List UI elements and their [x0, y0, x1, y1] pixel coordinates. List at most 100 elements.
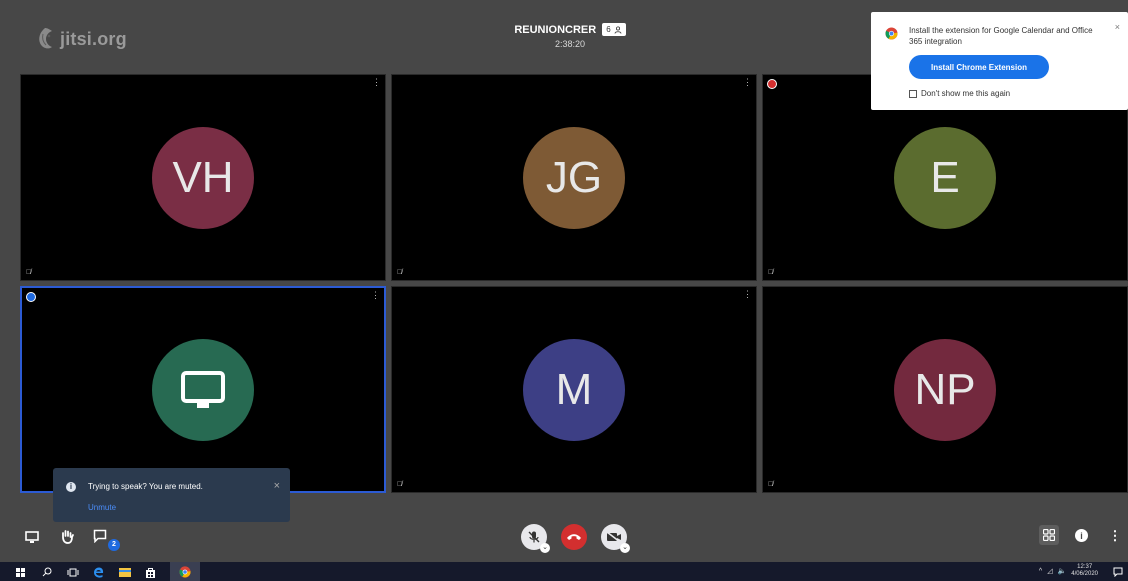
screen-share-icon — [25, 530, 39, 543]
screen-share-button[interactable] — [24, 529, 40, 545]
folder-icon — [119, 568, 131, 577]
camera-off-icon — [606, 531, 621, 543]
avatar: JG — [523, 126, 625, 229]
tile-status: 🎙̸ — [768, 481, 773, 488]
more-actions-button[interactable]: ⋮ — [1108, 528, 1122, 544]
avatar: VH — [152, 126, 254, 229]
dont-show-again-option[interactable]: Don't show me this again — [909, 89, 1010, 98]
mic-muted-icon: 🎙̸ — [397, 269, 403, 276]
popup-close-button[interactable]: × — [1115, 22, 1120, 32]
logo-text: jitsi.org — [60, 28, 127, 49]
tile-menu-icon[interactable]: ⋮ — [743, 78, 752, 87]
hangup-icon — [567, 534, 581, 540]
volume-icon[interactable]: 🔈 — [1058, 567, 1067, 575]
taskbar-store-button[interactable] — [145, 566, 156, 578]
mic-muted-icon: 🎙̸ — [768, 269, 774, 276]
chat-icon — [93, 529, 107, 543]
raise-hand-icon — [62, 529, 74, 544]
search-icon — [42, 567, 52, 577]
chrome-logo-icon — [885, 27, 898, 40]
mic-muted-icon: 🎙̸ — [26, 269, 32, 276]
tile-status: 🎙̸ — [397, 481, 402, 488]
video-tile-4-screen-share[interactable]: ⋮ — [20, 286, 386, 493]
microphone-toggle-button[interactable]: ⌄ — [521, 524, 550, 553]
windows-taskbar: ^ ◿ 🔈 12:37 4/06/2020 — [0, 562, 1128, 581]
tile-menu-icon[interactable]: ⋮ — [743, 290, 752, 299]
notification-close-button[interactable]: × — [274, 480, 280, 492]
notification-icon — [1113, 567, 1123, 577]
connection-warning-icon[interactable] — [767, 79, 777, 89]
participants-icon — [614, 25, 622, 34]
raise-hand-button[interactable] — [59, 528, 75, 544]
avatar-initials: E — [930, 152, 960, 202]
hangup-button[interactable] — [561, 524, 587, 550]
tile-menu-icon[interactable]: ⋮ — [371, 291, 380, 300]
system-tray: ^ ◿ 🔈 12:37 4/06/2020 — [1039, 564, 1098, 578]
avatar-initials: JG — [545, 152, 603, 202]
avatar — [152, 338, 254, 441]
jitsi-logo[interactable]: jitsi.org — [34, 26, 127, 52]
chrome-extension-popup: Install the extension for Google Calenda… — [871, 12, 1128, 110]
taskbar-chrome-button[interactable] — [170, 562, 200, 581]
video-tile-1[interactable]: VH ⋮ 🎙̸ — [20, 74, 386, 281]
network-icon[interactable]: ◿ — [1047, 567, 1052, 575]
camera-toggle-button[interactable]: ⌄ — [601, 524, 630, 553]
dont-show-again-label: Don't show me this again — [921, 89, 1011, 98]
participant-count: 6 — [606, 25, 611, 34]
tile-menu-icon[interactable]: ⋮ — [372, 78, 381, 87]
edge-icon — [94, 567, 104, 578]
windows-icon — [16, 567, 25, 577]
task-view-icon — [67, 568, 79, 576]
taskbar-date: 4/06/2020 — [1071, 571, 1098, 577]
avatar-initials: NP — [914, 364, 976, 414]
mic-muted-icon — [528, 531, 540, 543]
unmute-link[interactable]: Unmute — [88, 503, 116, 512]
info-icon: i — [1080, 530, 1083, 541]
mic-muted-icon: 🎙̸ — [768, 481, 774, 488]
avatar: NP — [894, 338, 996, 441]
show-hidden-icons-icon[interactable]: ^ — [1039, 568, 1042, 575]
taskbar-search-button[interactable] — [42, 566, 52, 578]
meeting-timer: 2:38:20 — [554, 39, 586, 49]
taskbar-file-explorer-button[interactable] — [119, 566, 131, 578]
jitsi-logo-icon — [39, 28, 52, 49]
video-tile-5[interactable]: M ⋮ 🎙̸ — [391, 286, 757, 493]
avatar-initials: VH — [172, 152, 234, 202]
extension-message: Install the extension for Google Calenda… — [909, 26, 1093, 46]
screen-share-icon — [181, 370, 225, 408]
chat-unread-badge: 2 — [108, 539, 120, 551]
muted-notification: i Trying to speak? You are muted. × Unmu… — [53, 468, 290, 522]
tile-view-button[interactable] — [1039, 525, 1059, 545]
chevron-down-icon[interactable]: ⌄ — [540, 543, 550, 553]
chevron-down-icon[interactable]: ⌄ — [620, 543, 630, 553]
install-chrome-extension-button[interactable]: Install Chrome Extension — [909, 55, 1049, 79]
taskbar-time: 12:37 — [1077, 564, 1093, 570]
avatar-initials: M — [555, 364, 593, 414]
chat-button[interactable] — [92, 528, 108, 544]
store-icon — [146, 567, 155, 578]
video-tile-2[interactable]: JG ⋮ 🎙̸ — [391, 74, 757, 281]
taskbar-edge-button[interactable] — [93, 566, 104, 578]
windows-start-button[interactable] — [16, 566, 25, 578]
avatar: E — [894, 126, 996, 229]
tile-status: 🎙̸ — [768, 269, 773, 276]
tile-status: 🎙̸ — [397, 269, 402, 276]
dominant-speaker-icon[interactable] — [26, 292, 36, 302]
meeting-name: REUNIONCRER — [514, 23, 597, 36]
meeting-info: REUNIONCRER 6 2:38:20 — [500, 23, 640, 49]
action-center-button[interactable] — [1113, 566, 1123, 578]
taskbar-clock[interactable]: 12:37 4/06/2020 — [1071, 564, 1098, 578]
tile-status: 🎙̸ — [26, 269, 31, 276]
participant-count-badge[interactable]: 6 — [602, 23, 626, 36]
tile-view-icon — [1043, 529, 1055, 541]
chrome-icon — [179, 565, 191, 578]
mic-muted-icon: 🎙̸ — [397, 481, 403, 488]
more-icon: ⋮ — [1108, 528, 1122, 543]
notification-text: Trying to speak? You are muted. — [88, 482, 203, 491]
task-view-button[interactable] — [67, 566, 79, 578]
info-button[interactable]: i — [1075, 529, 1088, 542]
video-tile-6[interactable]: NP 🎙̸ — [762, 286, 1128, 493]
avatar: M — [523, 338, 625, 441]
dont-show-again-checkbox[interactable] — [909, 89, 917, 98]
info-icon: i — [66, 482, 76, 492]
